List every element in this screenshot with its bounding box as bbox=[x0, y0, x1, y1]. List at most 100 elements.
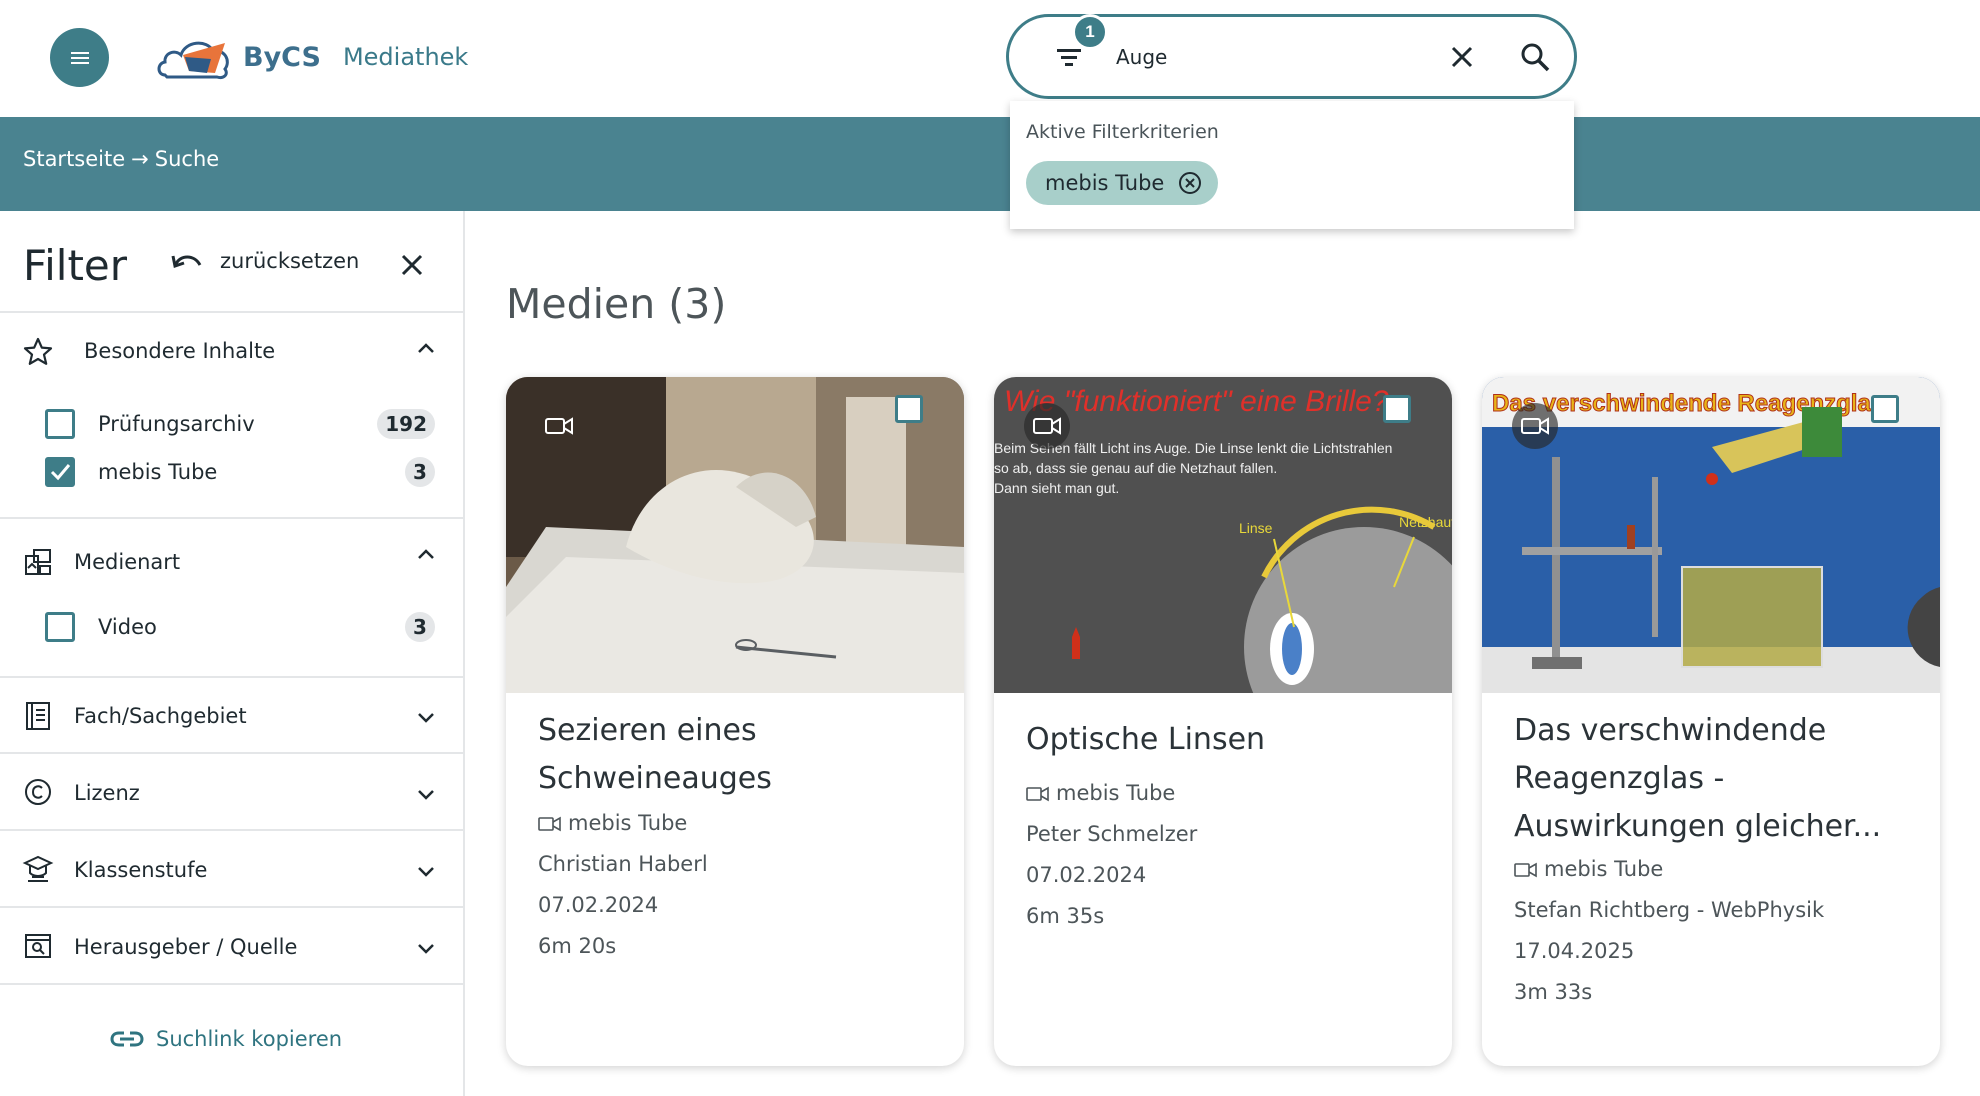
video-camera-icon bbox=[1521, 417, 1549, 435]
section-label: Medienart bbox=[74, 550, 181, 574]
media-card[interactable]: Sezieren eines Schweineauges mebis Tube … bbox=[506, 377, 964, 1066]
search-icon[interactable] bbox=[1518, 40, 1552, 74]
option-count-badge: 3 bbox=[405, 612, 435, 642]
section-header-lizenz[interactable]: Lizenz bbox=[0, 754, 465, 830]
card-author: Stefan Richtberg - WebPhysik bbox=[1514, 898, 1825, 922]
reset-filters-button[interactable]: zurücksetzen bbox=[170, 249, 359, 273]
search-input[interactable] bbox=[1116, 37, 1436, 77]
active-filter-chip[interactable]: mebis Tube bbox=[1026, 161, 1219, 205]
section-label: Fach/Sachgebiet bbox=[74, 704, 247, 728]
breadcrumb-banner: Startseite → Suche bbox=[0, 117, 1980, 211]
card-title-line: Optische Linsen bbox=[1026, 722, 1266, 757]
card-title-line: Auswirkungen gleicher... bbox=[1514, 809, 1882, 844]
section-label: Klassenstufe bbox=[74, 858, 208, 882]
graduation-icon bbox=[22, 855, 54, 882]
section-label: Lizenz bbox=[74, 781, 140, 805]
reset-label: zurücksetzen bbox=[220, 249, 360, 273]
filter-option-mebis-tube[interactable]: mebis Tube 3 bbox=[45, 452, 435, 492]
video-badge bbox=[1512, 403, 1558, 449]
video-badge bbox=[1024, 403, 1070, 449]
video-thumbnail: Das verschwindende Reagenzglas bbox=[1482, 377, 1940, 693]
remove-chip-icon[interactable] bbox=[1178, 171, 1202, 195]
filter-section-fach: Fach/Sachgebiet bbox=[0, 678, 465, 754]
card-author: Christian Haberl bbox=[538, 852, 708, 876]
clear-search-icon[interactable] bbox=[1447, 42, 1477, 72]
option-label: Video bbox=[98, 615, 157, 639]
card-duration: 6m 20s bbox=[538, 934, 617, 958]
section-header-klassenstufe[interactable]: Klassenstufe bbox=[0, 831, 465, 907]
bycs-logo[interactable]: ByCS Mediathek bbox=[155, 27, 495, 87]
active-filters-dropdown: Aktive Filterkriterien mebis Tube bbox=[1010, 101, 1574, 229]
card-title-line: Schweineauges bbox=[538, 761, 772, 796]
star-icon bbox=[23, 337, 53, 365]
card-title-line: Das verschwindende bbox=[1514, 713, 1827, 748]
select-checkbox[interactable] bbox=[895, 395, 923, 423]
chevron-up-icon bbox=[418, 549, 434, 559]
breadcrumb: Startseite → Suche bbox=[23, 147, 219, 171]
video-source-icon bbox=[1026, 786, 1049, 801]
source-label: mebis Tube bbox=[1544, 857, 1664, 881]
link-icon bbox=[110, 1031, 144, 1047]
copy-link-label: Suchlink kopieren bbox=[156, 1027, 343, 1051]
filter-header: Filter zurücksetzen bbox=[0, 211, 465, 313]
card-title: Das verschwindende Reagenzglas - Auswirk… bbox=[1514, 707, 1914, 851]
option-label: mebis Tube bbox=[98, 460, 218, 484]
thumb-label-lens: Linse bbox=[1239, 520, 1273, 536]
chevron-up-icon bbox=[418, 343, 434, 353]
card-date: 07.02.2024 bbox=[538, 893, 659, 917]
filter-section-lizenz: Lizenz bbox=[0, 754, 465, 831]
results-title: Medien (3) bbox=[506, 280, 727, 328]
option-count-badge: 192 bbox=[377, 409, 435, 439]
filter-section-klassenstufe: Klassenstufe bbox=[0, 831, 465, 908]
video-badge bbox=[536, 403, 582, 449]
close-filter-icon[interactable] bbox=[397, 250, 427, 280]
breadcrumb-current: Suche bbox=[154, 147, 220, 171]
filter-section-besondere-inhalte: Besondere Inhalte Prüfungsarchiv 192 meb… bbox=[0, 313, 465, 519]
filter-sidebar: Filter zurücksetzen Besondere Inhalte Pr… bbox=[0, 211, 465, 1096]
section-label: Besondere Inhalte bbox=[84, 339, 276, 363]
card-date: 07.02.2024 bbox=[1026, 863, 1147, 887]
copy-search-link-button[interactable]: Suchlink kopieren bbox=[110, 1027, 342, 1051]
card-author: Peter Schmelzer bbox=[1026, 822, 1198, 846]
chevron-down-icon bbox=[418, 790, 434, 800]
video-camera-icon bbox=[1033, 417, 1061, 435]
card-title-line: Reagenzglas - bbox=[1514, 761, 1725, 796]
filter-option-video[interactable]: Video 3 bbox=[45, 607, 435, 647]
book-icon bbox=[26, 702, 50, 730]
video-thumbnail bbox=[506, 377, 964, 693]
section-label: Herausgeber / Quelle bbox=[74, 935, 298, 959]
section-header-medienart[interactable]: Medienart bbox=[0, 519, 465, 595]
menu-button[interactable] bbox=[50, 28, 109, 87]
section-header-fach[interactable]: Fach/Sachgebiet bbox=[0, 678, 465, 754]
hamburger-icon bbox=[70, 51, 89, 64]
card-date: 17.04.2025 bbox=[1514, 939, 1635, 963]
search-bar: 1 bbox=[1006, 14, 1577, 99]
card-duration: 6m 35s bbox=[1026, 904, 1105, 928]
checkbox[interactable] bbox=[45, 409, 75, 439]
media-card[interactable]: Wie "funktioniert" eine Brille? Beim Seh… bbox=[994, 377, 1452, 1066]
checkmark-icon bbox=[50, 464, 71, 481]
cloud-logo-icon bbox=[157, 41, 229, 79]
thumb-text: so ab, dass sie genau auf die Netzhaut f… bbox=[994, 460, 1277, 476]
card-meta: mebis Tube Stefan Richtberg - WebPhysik … bbox=[1514, 849, 1824, 1013]
section-header-herausgeber[interactable]: Herausgeber / Quelle bbox=[0, 908, 465, 984]
select-checkbox[interactable] bbox=[1871, 395, 1899, 423]
filter-count-badge: 1 bbox=[1072, 14, 1108, 50]
active-filters-title: Aktive Filterkriterien bbox=[1026, 121, 1219, 143]
select-checkbox[interactable] bbox=[1383, 395, 1411, 423]
card-meta: mebis Tube Christian Haberl 07.02.2024 6… bbox=[538, 803, 708, 967]
breadcrumb-home-link[interactable]: Startseite bbox=[23, 147, 125, 171]
card-title: Optische Linsen bbox=[1026, 716, 1426, 764]
card-title-line: Sezieren eines bbox=[538, 713, 757, 748]
card-source: mebis Tube bbox=[1026, 773, 1197, 814]
section-header-besondere-inhalte[interactable]: Besondere Inhalte bbox=[0, 313, 465, 389]
filter-option-pruefungsarchiv[interactable]: Prüfungsarchiv 192 bbox=[45, 404, 435, 444]
logo-brand-text: ByCS bbox=[243, 41, 321, 73]
checkbox-checked[interactable] bbox=[45, 457, 75, 487]
chevron-down-icon bbox=[418, 867, 434, 877]
checkbox[interactable] bbox=[45, 612, 75, 642]
card-title: Sezieren eines Schweineauges bbox=[538, 707, 938, 803]
media-card[interactable]: Das verschwindende Reagenzglas Das versc… bbox=[1482, 377, 1940, 1066]
filter-section-herausgeber: Herausgeber / Quelle bbox=[0, 908, 465, 985]
filter-section-medienart: Medienart Video 3 bbox=[0, 519, 465, 678]
